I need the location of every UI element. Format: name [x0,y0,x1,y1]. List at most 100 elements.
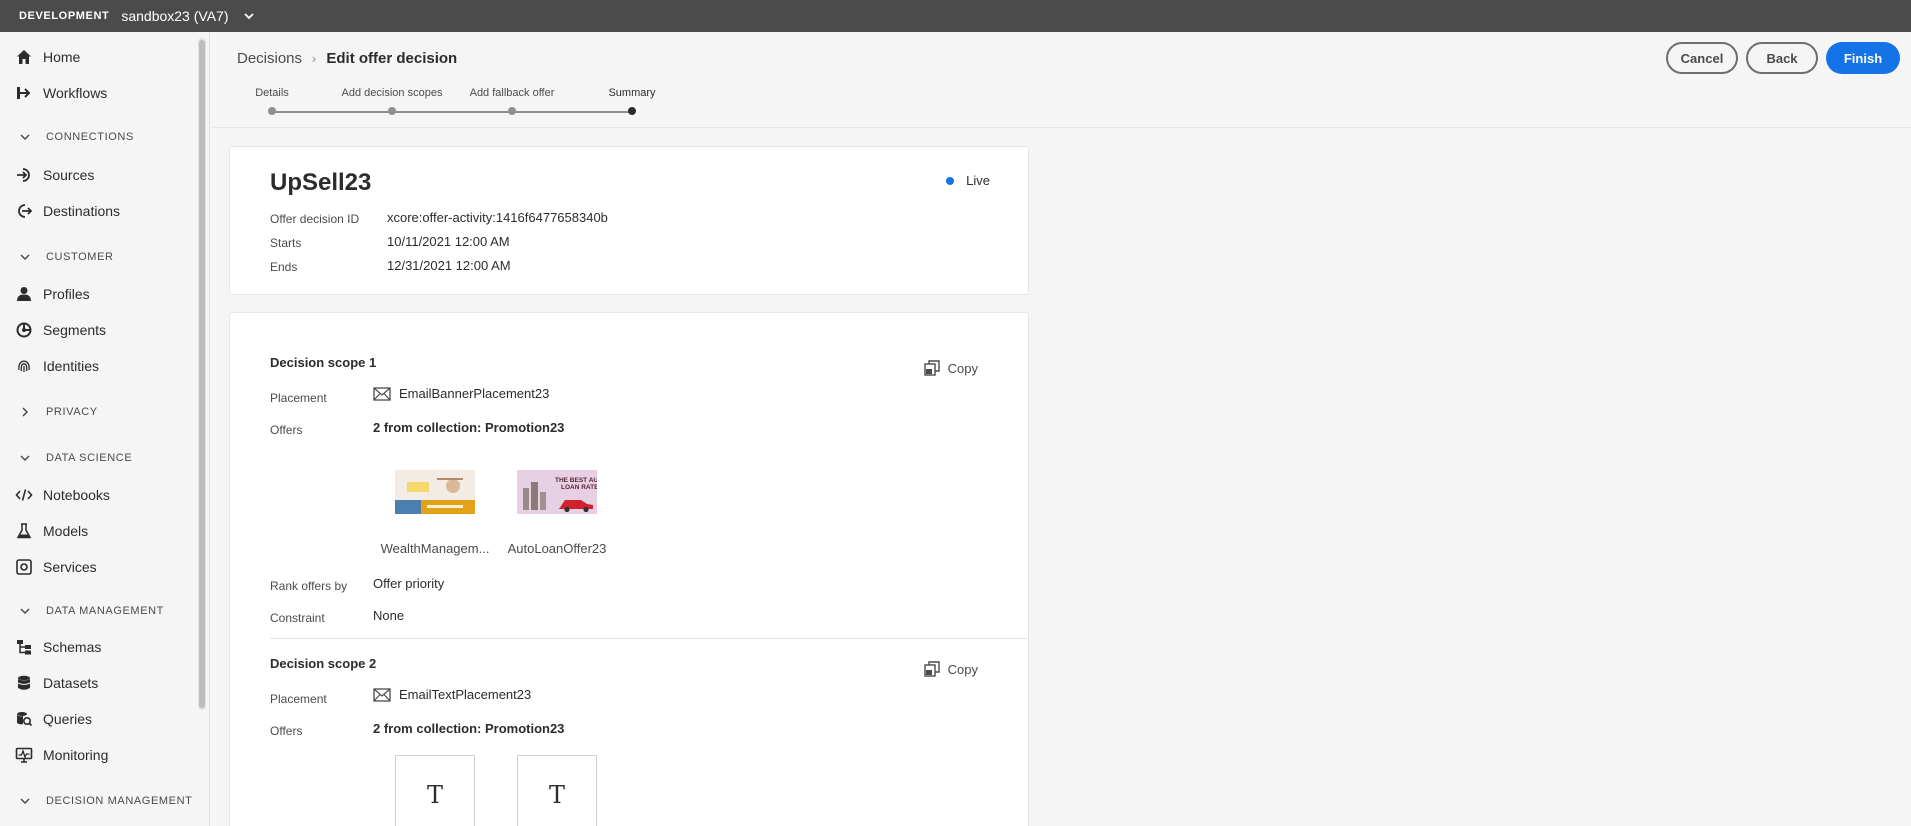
chevron-down-icon [20,254,30,261]
chevron-down-icon [20,455,30,462]
schema-icon [14,637,34,657]
nav-section-decision-management[interactable]: DECISION MANAGEMENT [0,787,196,815]
sidebar-scrollbar-thumb[interactable] [199,40,205,708]
offer-summary-card: UpSell23 Live Offer decision ID xcore:of… [229,146,1029,295]
profile-icon [14,284,34,304]
email-icon [373,687,391,702]
page-header: Decisions › Edit offer decision Cancel B… [213,32,1911,128]
top-bar: DEVELOPMENT sandbox23 (VA7) [0,0,1911,32]
nav-item-destinations[interactable]: Destinations [0,194,196,228]
nav-section-data-science[interactable]: DATA SCIENCE [0,444,196,472]
decision-scopes-card: Decision scope 1 Copy Placement EmailBan… [229,312,1029,826]
step-dot [268,107,276,115]
segments-icon [14,320,34,340]
offer-name: AutoLoanOffer23 [507,541,607,556]
nav-label: Destinations [43,203,121,219]
finish-button[interactable]: Finish [1826,42,1900,74]
nav-section-data-management[interactable]: DATA MANAGEMENT [0,597,196,625]
chevron-down-icon [20,798,30,805]
scope-divider [270,638,1027,639]
svg-text:LOAN RATES: LOAN RATES [561,484,597,491]
sandbox-switcher[interactable]: sandbox23 (VA7) [121,8,228,24]
offer-name: WealthManagem... [380,541,490,556]
query-icon [14,709,34,729]
sources-icon [14,165,34,185]
nav-label: Home [43,49,81,65]
database-icon [14,673,34,693]
nav-item-monitoring[interactable]: Monitoring [0,738,196,772]
scope-title: Decision scope 1 [270,355,377,370]
step-dot [388,107,396,115]
step-details[interactable]: Details [255,87,289,99]
breadcrumb-chevron-icon: › [312,51,317,66]
step-summary: Summary [608,87,656,99]
text-offer-thumbnail[interactable]: T [517,755,597,826]
offers-label: Offers [270,724,303,738]
nav-item-notebooks[interactable]: Notebooks [0,478,196,512]
offers-value: 2 from collection: Promotion23 [373,721,565,736]
chevron-down-icon[interactable] [242,9,256,23]
breadcrumb-decisions-link[interactable]: Decisions [237,50,302,67]
nav-section-privacy[interactable]: PRIVACY [0,398,196,426]
nav-label: Monitoring [43,747,109,763]
stepper-track [272,111,632,113]
ends-label: Ends [270,260,298,274]
nav-section-connections[interactable]: CONNECTIONS [0,123,196,151]
chevron-down-icon [20,134,30,141]
placement-label: Placement [270,692,327,706]
back-button[interactable]: Back [1746,42,1818,74]
copy-icon [923,360,940,376]
step-add-fallback-offer[interactable]: Add fallback offer [470,87,555,99]
offer-id-value: xcore:offer-activity:1416f6477658340b [387,210,608,225]
constraint-value: None [373,608,405,623]
copy-scope-button[interactable]: Copy [923,661,978,677]
monitor-icon [14,745,34,765]
wealth-management-offer-image[interactable] [395,470,475,514]
step-dot [508,107,516,115]
status-dot [946,176,955,185]
nav-item-sources[interactable]: Sources [0,158,196,192]
offer-id-label: Offer decision ID [270,212,360,226]
services-icon [14,557,34,577]
placement-value: EmailTextPlacement23 [373,687,531,702]
nav-item-datasets[interactable]: Datasets [0,666,196,700]
nav-item-schemas[interactable]: Schemas [0,630,196,664]
nav-label: Profiles [43,286,90,302]
email-icon [373,386,391,401]
chevron-right-icon [22,407,29,417]
page-title: Edit offer decision [326,50,458,67]
status-badge: Live [946,173,990,188]
starts-label: Starts [270,236,302,250]
nav-section-customer[interactable]: CUSTOMER [0,243,196,271]
nav-item-segments[interactable]: Segments [0,313,196,347]
nav-item-queries[interactable]: Queries [0,702,196,736]
environment-label: DEVELOPMENT [19,10,110,22]
nav-label: Schemas [43,639,102,655]
nav-item-workflows[interactable]: Workflows [0,76,196,110]
nav-item-services[interactable]: Services [0,550,196,584]
starts-value: 10/11/2021 12:00 AM [387,234,510,249]
ends-value: 12/31/2021 12:00 AM [387,258,511,273]
nav-item-identities[interactable]: Identities [0,349,196,383]
home-icon [14,47,34,67]
rank-value: Offer priority [373,576,445,591]
nav-item-home[interactable]: Home [0,40,196,74]
step-dot-active [628,107,636,115]
nav-item-profiles[interactable]: Profiles [0,277,196,311]
text-offer-thumbnail[interactable]: T [395,755,475,826]
step-add-decision-scopes[interactable]: Add decision scopes [342,87,443,99]
nav-label: Segments [43,322,107,338]
breadcrumb: Decisions › Edit offer decision [237,50,457,67]
nav-label: Workflows [43,85,108,101]
nav-label: Models [43,523,89,539]
copy-scope-button[interactable]: Copy [923,360,978,376]
nav-item-models[interactable]: Models [0,514,196,548]
nav-label: Sources [43,167,95,183]
offers-label: Offers [270,423,303,437]
flask-icon [14,521,34,541]
destinations-icon [14,201,34,221]
cancel-button[interactable]: Cancel [1666,42,1738,74]
copy-icon [923,661,940,677]
auto-loan-offer-image[interactable]: THE BEST AUTO LOAN RATES [517,470,597,514]
code-icon [14,485,34,505]
